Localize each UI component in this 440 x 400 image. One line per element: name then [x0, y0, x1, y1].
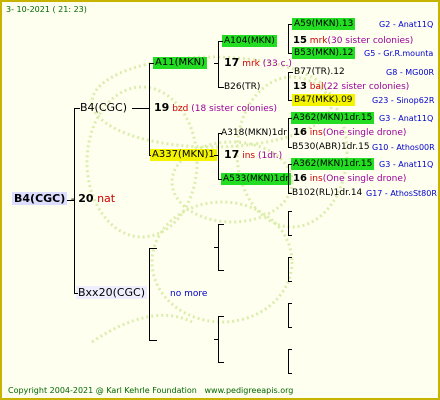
gen4-node-6[interactable]: B530(ABR)1dr.15 [292, 141, 370, 153]
gen3-node-3-info: 16 ins(One single drone) [293, 127, 407, 138]
root-note: nat [97, 192, 116, 205]
gen4-node-8[interactable]: B102(RL)1dr.14 [292, 187, 362, 199]
gen2-node-1[interactable]: A11(MKN) [153, 57, 208, 69]
root-code: 20 [78, 192, 94, 205]
gen3-node-2[interactable]: B26(TR) [224, 81, 260, 93]
gen4-tag-8: G17 - AthosSt80R [366, 189, 437, 198]
gen4-node-2[interactable]: B53(MKN).12 [292, 47, 356, 59]
gen4-tag-6: G10 - Athos00R [372, 143, 435, 152]
gen3-node-2-info: 13 bal(22 sister colonies) [293, 81, 410, 92]
gen1-node-1-info: 19 bzd (18 sister colonies) [154, 101, 277, 115]
gen4-node-5[interactable]: A362(MKN)1dr.15 [291, 112, 375, 124]
date-stamp: 3- 10-2021 ( 21: 23) [6, 5, 87, 14]
gen1-node-2[interactable]: Bxx20(CGC) [76, 286, 148, 299]
gen4-tag-5: G3 - Anat11Q [379, 114, 434, 123]
gen2-node-2-info: 17 ins (1dr.) [224, 148, 283, 162]
gen2-node-1-info: 17 mrk (33 c.) [224, 56, 292, 70]
gen1-node-1[interactable]: B4(CGC) [80, 102, 127, 114]
footer-site-link[interactable]: www.pedigreeapis.org [205, 386, 294, 395]
gen4-node-7[interactable]: A362(MKN)1dr.15 [291, 158, 375, 170]
gen3-node-1[interactable]: A104(MKN) [222, 35, 277, 47]
gen4-tag-3: G8 - MG00R [386, 68, 435, 77]
gen4-tag-2: G5 - Gr.R.mounta [364, 49, 434, 58]
gen3-node-4[interactable]: A533(MKN)1dr [221, 173, 291, 185]
gen4-node-3[interactable]: B77(TR).12 [294, 66, 345, 78]
gen4-node-1[interactable]: A59(MKN).13 [292, 18, 356, 30]
gen3-node-1-info: 15 mrk(30 sister colonies) [293, 35, 414, 46]
root-node[interactable]: B4(CGC) - 20 nat [12, 192, 116, 205]
pedigree-chart: 3- 10-2021 ( 21: 23) B4(CGC) - 20 nat B4… [0, 0, 440, 400]
footer-copyright: Copyright 2004-2021 @ Karl Kehrle Founda… [8, 386, 294, 395]
gen2-node-2[interactable]: A337(MKN)1 [150, 149, 217, 161]
gen4-node-4[interactable]: B47(MKK).09 [292, 94, 355, 106]
gen4-tag-4: G23 - Sinop62R [372, 96, 435, 105]
root-name: B4(CGC) [12, 192, 68, 205]
gen3-node-4-info: 16 ins(One single drone) [293, 173, 407, 184]
gen4-tag-7: G3 - Anat11Q [379, 160, 434, 169]
no-more-label: no more [170, 289, 208, 299]
gen4-tag-1: G2 - Anat11Q [379, 20, 434, 29]
gen3-node-3[interactable]: A318(MKN)1dr [221, 127, 287, 139]
